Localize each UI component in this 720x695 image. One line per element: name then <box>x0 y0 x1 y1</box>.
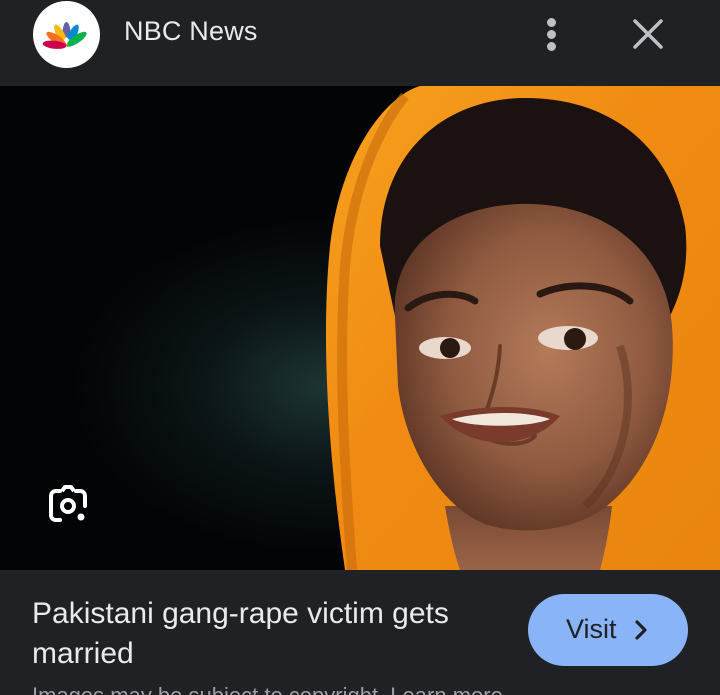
close-button[interactable] <box>626 12 670 56</box>
main-image[interactable] <box>0 86 720 570</box>
viewer-header: NBC News <box>0 0 720 86</box>
more-vertical-icon-dot <box>547 42 556 51</box>
close-icon <box>633 19 663 49</box>
google-lens-button[interactable] <box>44 482 92 530</box>
photo-portrait <box>0 86 720 570</box>
learn-more-link[interactable]: Learn more <box>390 683 503 695</box>
image-viewer-panel: NBC News Pakistani gang-rape victim gets… <box>0 0 720 695</box>
visit-button-label: Visit <box>566 614 617 644</box>
result-details: Pakistani gang-rape victim gets married … <box>0 570 720 695</box>
more-options-button[interactable] <box>532 12 572 56</box>
copyright-disclaimer: Images may be subject to copyright. Lear… <box>32 683 503 695</box>
source-name[interactable]: NBC News <box>124 16 258 47</box>
google-lens-icon <box>49 485 87 522</box>
copyright-text: Images may be subject to copyright. <box>32 683 384 695</box>
nbc-peacock-icon <box>42 22 87 49</box>
more-vertical-icon-dot <box>547 30 556 39</box>
chevron-right-icon <box>635 620 647 640</box>
visit-button[interactable]: Visit <box>528 594 688 666</box>
article-headline[interactable]: Pakistani gang-rape victim gets married <box>32 594 492 674</box>
source-logo[interactable] <box>33 1 100 68</box>
more-vertical-icon <box>547 18 556 27</box>
